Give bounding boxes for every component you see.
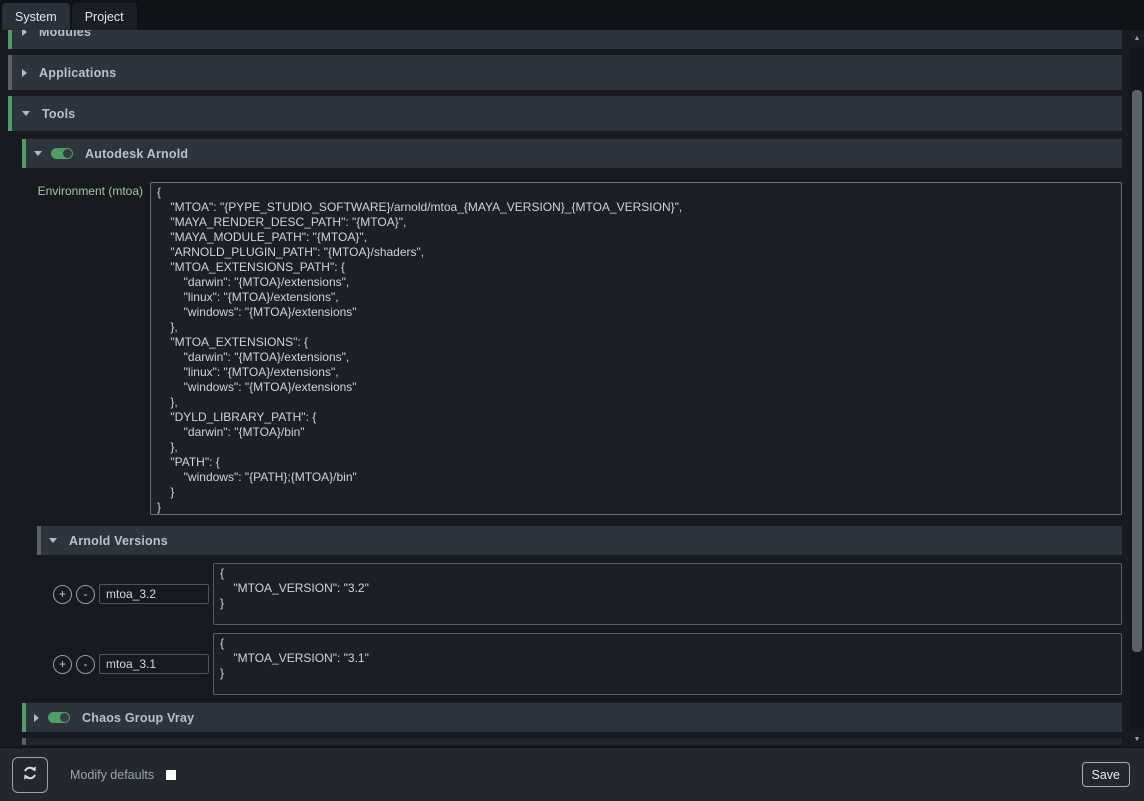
environment-json-textarea[interactable]: { "MTOA": "{PYPE_STUDIO_SOFTWARE}/arnold… bbox=[150, 182, 1122, 515]
scroll-up-button[interactable]: ▲ bbox=[1130, 30, 1144, 46]
section-label: Modules bbox=[39, 30, 91, 39]
modify-defaults-label: Modify defaults bbox=[70, 768, 154, 782]
modify-defaults-checkbox[interactable] bbox=[166, 770, 176, 780]
chevron-right-icon bbox=[22, 69, 27, 77]
add-version-button[interactable]: + bbox=[53, 655, 72, 674]
section-label: Applications bbox=[39, 66, 116, 80]
section-header-arnold-versions[interactable]: Arnold Versions bbox=[37, 526, 1122, 555]
version-row: + - { "MTOA_VERSION": "3.1" } bbox=[53, 633, 1122, 695]
footer-bar: Modify defaults Save bbox=[0, 747, 1144, 801]
save-button[interactable]: Save bbox=[1082, 762, 1131, 787]
section-header-clipped[interactable] bbox=[22, 738, 1122, 745]
chevron-down-icon bbox=[34, 151, 42, 156]
tools-body: Autodesk Arnold Environment (mtoa) { "MT… bbox=[8, 139, 1122, 745]
settings-scroll-area: Modules Applications Tools Autodesk Arno… bbox=[0, 30, 1130, 747]
vertical-scrollbar[interactable]: ▲ ▼ bbox=[1130, 30, 1144, 747]
chevron-down-icon bbox=[49, 538, 57, 543]
environment-row: Environment (mtoa) { "MTOA": "{PYPE_STUD… bbox=[8, 182, 1122, 515]
scrollbar-thumb[interactable] bbox=[1132, 90, 1142, 652]
section-header-tools[interactable]: Tools bbox=[8, 96, 1122, 131]
version-row: + - { "MTOA_VERSION": "3.2" } bbox=[53, 563, 1122, 625]
section-label: Tools bbox=[42, 107, 75, 121]
vray-enabled-toggle[interactable] bbox=[48, 712, 70, 723]
chevron-down-icon bbox=[22, 111, 30, 116]
section-label: Autodesk Arnold bbox=[85, 147, 188, 161]
remove-version-button[interactable]: - bbox=[76, 585, 95, 604]
version-json-textarea[interactable]: { "MTOA_VERSION": "3.1" } bbox=[213, 633, 1122, 695]
section-header-chaos-group-vray[interactable]: Chaos Group Vray bbox=[22, 703, 1122, 732]
version-key-input[interactable] bbox=[99, 584, 209, 604]
section-header-applications[interactable]: Applications bbox=[8, 55, 1122, 90]
toggle-knob-icon bbox=[60, 713, 69, 722]
tab-system[interactable]: System bbox=[2, 3, 70, 30]
main-area: Modules Applications Tools Autodesk Arno… bbox=[0, 30, 1144, 747]
add-version-button[interactable]: + bbox=[53, 585, 72, 604]
section-label: Chaos Group Vray bbox=[82, 711, 194, 725]
chevron-right-icon bbox=[34, 714, 39, 722]
scrollbar-track[interactable] bbox=[1130, 46, 1144, 731]
section-header-autodesk-arnold[interactable]: Autodesk Arnold bbox=[22, 139, 1122, 168]
arnold-enabled-toggle[interactable] bbox=[51, 148, 73, 159]
scroll-down-button[interactable]: ▼ bbox=[1130, 731, 1144, 747]
section-header-modules[interactable]: Modules bbox=[8, 30, 1122, 49]
chevron-right-icon bbox=[22, 30, 27, 36]
version-json-textarea[interactable]: { "MTOA_VERSION": "3.2" } bbox=[213, 563, 1122, 625]
tab-bar: System Project bbox=[0, 0, 1144, 30]
environment-label: Environment (mtoa) bbox=[8, 182, 150, 515]
refresh-icon bbox=[21, 764, 39, 785]
toggle-knob-icon bbox=[63, 149, 72, 158]
tab-project[interactable]: Project bbox=[72, 3, 137, 30]
remove-version-button[interactable]: - bbox=[76, 655, 95, 674]
refresh-button[interactable] bbox=[12, 757, 48, 793]
section-label: Arnold Versions bbox=[69, 534, 168, 548]
version-key-input[interactable] bbox=[99, 654, 209, 674]
